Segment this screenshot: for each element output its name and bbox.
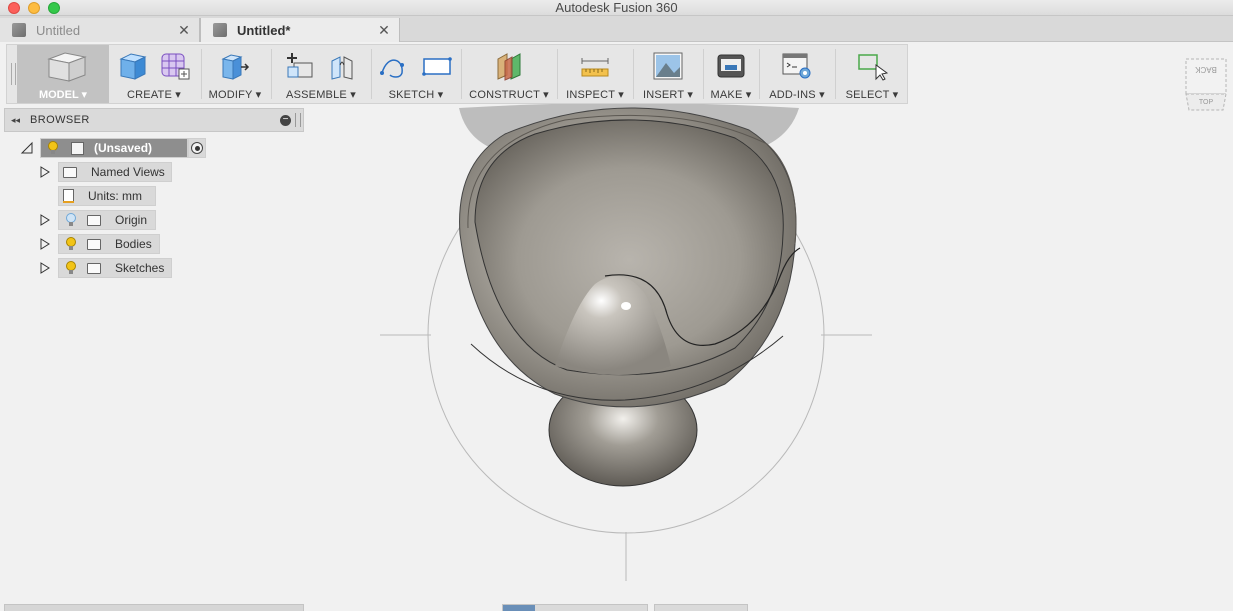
tab-label: Untitled	[36, 22, 81, 38]
workspace-switcher[interactable]: MODEL ▾	[17, 45, 109, 103]
display-settings-toolbar[interactable]	[654, 604, 748, 611]
units-document-icon	[63, 189, 74, 203]
browser-root-node[interactable]: (Unsaved)	[40, 138, 188, 158]
document-icon	[12, 23, 26, 37]
modify-menu[interactable]: MODIFY ▾	[203, 45, 267, 103]
visibility-bulb-icon[interactable]	[65, 237, 77, 251]
browser-title: BROWSER	[30, 114, 90, 126]
sketches-label: Sketches	[115, 261, 165, 275]
inspect-label: INSPECT ▾	[566, 89, 624, 101]
sketch-label: SKETCH ▾	[388, 89, 444, 101]
window-titlebar: Autodesk Fusion 360	[0, 0, 1233, 16]
collapse-browser-icon[interactable]: ◂◂	[11, 115, 20, 126]
assemble-menu[interactable]: ASSEMBLE ▾	[273, 45, 369, 103]
browser-item-named-views[interactable]: Named Views	[38, 162, 172, 182]
expand-triangle-icon[interactable]	[38, 237, 52, 251]
make-menu[interactable]: MAKE ▾	[705, 45, 757, 103]
make-label: MAKE ▾	[710, 89, 752, 101]
activate-component-button[interactable]	[188, 138, 206, 158]
expand-triangle-icon[interactable]	[38, 213, 52, 227]
browser-item-sketches[interactable]: Sketches	[38, 258, 172, 278]
units-node[interactable]: Units: mm	[58, 186, 156, 206]
sketch-menu[interactable]: SKETCH ▾	[373, 45, 459, 103]
add-ins-label: ADD-INS ▾	[769, 89, 825, 101]
workspace-label: MODEL ▾	[38, 89, 88, 101]
expand-triangle-icon[interactable]	[38, 165, 52, 179]
press-pull-icon[interactable]	[219, 51, 251, 81]
folder-icon	[87, 262, 101, 274]
model-workspace-icon	[47, 52, 87, 82]
sketches-node[interactable]: Sketches	[58, 258, 172, 278]
folder-icon	[63, 166, 77, 178]
navigation-toolbar[interactable]	[502, 604, 648, 611]
close-tab-icon[interactable]: ✕	[175, 22, 193, 39]
add-ins-menu[interactable]: ADD-INS ▾	[761, 45, 833, 103]
tab-untitled[interactable]: Untitled ✕	[0, 18, 200, 42]
expand-triangle-icon[interactable]	[38, 261, 52, 275]
browser-pin-icon[interactable]	[295, 113, 301, 127]
bodies-node[interactable]: Bodies	[58, 234, 160, 254]
document-icon	[213, 23, 227, 37]
folder-icon	[87, 238, 101, 250]
named-views-node[interactable]: Named Views	[58, 162, 172, 182]
tab-label: Untitled*	[237, 22, 291, 38]
form-icon[interactable]	[159, 51, 191, 81]
construct-label: CONSTRUCT ▾	[469, 89, 549, 101]
expanded-triangle-icon[interactable]	[20, 141, 34, 155]
create-menu[interactable]: CREATE ▾	[111, 45, 197, 103]
select-icon[interactable]	[856, 51, 888, 81]
construct-menu[interactable]: CONSTRUCT ▾	[463, 45, 555, 103]
document-tab-bar: Untitled ✕ Untitled* ✕	[0, 16, 1233, 42]
print-3d-icon[interactable]	[715, 51, 747, 81]
window-title: Autodesk Fusion 360	[555, 0, 678, 15]
viewcube-back-face[interactable]: BACK	[1194, 65, 1216, 74]
spline-icon[interactable]	[379, 51, 411, 81]
select-menu[interactable]: SELECT ▾	[837, 45, 907, 103]
close-tab-icon[interactable]: ✕	[375, 22, 393, 39]
units-label: Units: mm	[88, 189, 142, 203]
modify-label: MODIFY ▾	[208, 89, 262, 101]
new-component-icon[interactable]	[284, 51, 316, 81]
bodies-label: Bodies	[115, 237, 152, 251]
scripts-icon[interactable]	[781, 51, 813, 81]
named-views-label: Named Views	[91, 165, 165, 179]
insert-label: INSERT ▾	[642, 89, 694, 101]
origin-label: Origin	[115, 213, 148, 227]
browser-item-bodies[interactable]: Bodies	[38, 234, 160, 254]
component-icon	[71, 141, 84, 155]
create-label: CREATE ▾	[127, 89, 181, 101]
3d-viewport[interactable]	[305, 104, 1233, 604]
browser-item-units[interactable]: Units: mm	[58, 186, 156, 206]
comments-panel-bar[interactable]	[4, 604, 304, 611]
toolbar-grip[interactable]	[11, 63, 16, 85]
browser-item-origin[interactable]: Origin	[38, 210, 156, 230]
main-toolbar: MODEL ▾ CREATE ▾ MODIFY ▾ ASSEMBLE ▾ SKE…	[6, 44, 908, 104]
rectangle-icon[interactable]	[421, 51, 453, 81]
root-label: (Unsaved)	[94, 141, 153, 155]
minimize-browser-icon[interactable]: −	[280, 114, 291, 126]
box-icon[interactable]	[117, 51, 149, 81]
insert-image-icon[interactable]	[652, 51, 684, 81]
tab-untitled-active[interactable]: Untitled* ✕	[200, 18, 400, 42]
orbit-tool-button[interactable]	[503, 605, 535, 611]
browser-root-row: (Unsaved)	[20, 138, 206, 158]
assemble-label: ASSEMBLE ▾	[286, 89, 356, 101]
select-label: SELECT ▾	[845, 89, 899, 101]
inspect-menu[interactable]: INSPECT ▾	[559, 45, 631, 103]
visibility-bulb-icon[interactable]	[65, 261, 77, 275]
browser-panel-header: ◂◂ BROWSER −	[4, 108, 304, 132]
folder-icon	[87, 214, 101, 226]
radio-icon	[191, 142, 203, 154]
visibility-bulb-icon[interactable]	[47, 141, 59, 155]
offset-plane-icon[interactable]	[493, 51, 525, 81]
joint-icon[interactable]	[326, 51, 358, 81]
measure-icon[interactable]	[579, 51, 611, 81]
insert-menu[interactable]: INSERT ▾	[635, 45, 701, 103]
visibility-bulb-off-icon[interactable]	[65, 213, 77, 227]
origin-node[interactable]: Origin	[58, 210, 156, 230]
